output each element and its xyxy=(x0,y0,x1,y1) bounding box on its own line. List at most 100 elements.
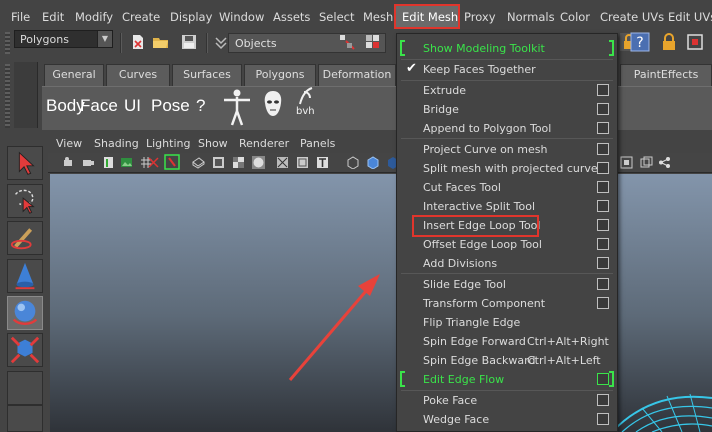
menu-item-spin-edge-backward[interactable]: Spin Edge Backward Ctrl+Alt+Left xyxy=(397,351,617,370)
xray-icon[interactable] xyxy=(276,156,289,169)
menu-item-project-curve-on-mesh[interactable]: Project Curve on mesh xyxy=(397,140,617,159)
select-object-icon[interactable] xyxy=(364,33,382,51)
menu-item-cut-faces-tool[interactable]: Cut Faces Tool xyxy=(397,178,617,197)
shelf-handle[interactable] xyxy=(5,64,10,128)
menu-item-show-modeling-toolkit[interactable]: Show Modeling Toolkit xyxy=(397,39,617,58)
texture-icon[interactable] xyxy=(296,156,309,169)
lasso-tool-button[interactable] xyxy=(7,184,43,218)
tab-polygons[interactable]: Polygons xyxy=(244,64,316,86)
viewport-menu-show[interactable]: Show xyxy=(198,137,228,150)
menu-edit[interactable]: Edit xyxy=(42,10,64,24)
pivot-icon[interactable] xyxy=(686,33,704,51)
menu-item-wedge-face[interactable]: Wedge Face xyxy=(397,410,617,429)
option-box-icon[interactable] xyxy=(597,297,609,309)
menu-proxy[interactable]: Proxy xyxy=(464,10,496,24)
image-plane-icon[interactable] xyxy=(120,156,133,169)
isolate-icon[interactable] xyxy=(346,156,359,169)
checker-icon[interactable] xyxy=(232,156,245,169)
option-box-icon[interactable] xyxy=(597,219,609,231)
select-tool-button[interactable] xyxy=(7,146,43,180)
camera-icon[interactable] xyxy=(63,156,76,169)
shelf-button-body[interactable]: Body xyxy=(46,96,85,116)
option-box-icon[interactable] xyxy=(597,103,609,115)
menu-edit-uvs[interactable]: Edit UVs xyxy=(668,10,712,24)
open-scene-icon[interactable] xyxy=(152,33,170,51)
help-icon[interactable]: ? xyxy=(630,32,650,52)
shelf-button-pose[interactable]: Pose xyxy=(151,96,190,116)
shelf-button-bvh[interactable]: bvh xyxy=(296,106,315,117)
option-box-icon[interactable] xyxy=(597,143,609,155)
menu-modify[interactable]: Modify xyxy=(75,10,113,24)
option-box-icon[interactable] xyxy=(597,162,609,174)
tab-curves[interactable]: Curves xyxy=(106,64,170,86)
display-icon[interactable] xyxy=(620,156,633,169)
menu-item-flip-triangle-edge[interactable]: Flip Triangle Edge xyxy=(397,313,617,332)
menu-file[interactable]: File xyxy=(11,10,30,24)
tab-painteffects[interactable]: PaintEffects xyxy=(620,64,712,86)
menu-item-append-to-polygon-tool[interactable]: Append to Polygon Tool xyxy=(397,119,617,138)
rotate-tool-button[interactable] xyxy=(7,296,43,330)
isolate-select-icon[interactable] xyxy=(366,156,379,169)
wireframe-icon[interactable] xyxy=(192,156,205,169)
last-tool-button[interactable] xyxy=(7,371,43,405)
resolution-gate-icon[interactable] xyxy=(164,154,180,170)
menu-item-poke-face[interactable]: Poke Face xyxy=(397,391,617,410)
viewport-menu-lighting[interactable]: Lighting xyxy=(146,137,190,150)
menu-assets[interactable]: Assets xyxy=(273,10,310,24)
tab-surfaces[interactable]: Surfaces xyxy=(172,64,242,86)
status-line-handle[interactable] xyxy=(5,32,10,54)
menu-item-bridge[interactable]: Bridge xyxy=(397,100,617,119)
option-box-icon[interactable] xyxy=(597,181,609,193)
shaded-sphere-icon[interactable] xyxy=(252,156,265,169)
option-box-icon[interactable] xyxy=(597,394,609,406)
bookmark-icon[interactable] xyxy=(102,156,115,169)
shelf-button-ui[interactable]: UI xyxy=(124,96,141,116)
shelf-options[interactable] xyxy=(14,62,38,128)
viewport-menu-panels[interactable]: Panels xyxy=(300,137,335,150)
tpose-figure-icon[interactable] xyxy=(222,88,252,126)
viewport-menu-renderer[interactable]: Renderer xyxy=(239,137,289,150)
menu-item-extrude[interactable]: Extrude xyxy=(397,81,617,100)
text-icon[interactable] xyxy=(316,156,329,169)
menu-color[interactable]: Color xyxy=(560,10,590,24)
menu-display[interactable]: Display xyxy=(170,10,212,24)
save-scene-icon[interactable] xyxy=(180,33,198,51)
option-box-icon[interactable] xyxy=(597,84,609,96)
option-box-icon[interactable] xyxy=(597,278,609,290)
option-box-icon[interactable] xyxy=(597,413,609,425)
menu-create[interactable]: Create xyxy=(122,10,160,24)
multi-panel-icon[interactable] xyxy=(640,156,653,169)
menu-item-add-divisions[interactable]: Add Divisions xyxy=(397,254,617,273)
tool-slot[interactable] xyxy=(7,405,43,432)
smooth-shade-icon[interactable] xyxy=(212,156,225,169)
viewport-menu-shading[interactable]: Shading xyxy=(94,137,139,150)
menu-set-dropdown[interactable]: Polygons ▼ xyxy=(14,30,113,48)
viewport-menu-view[interactable]: View xyxy=(56,137,82,150)
menu-item-offset-edge-loop-tool[interactable]: Offset Edge Loop Tool xyxy=(397,235,617,254)
option-box-icon[interactable] xyxy=(597,257,609,269)
menu-window[interactable]: Window xyxy=(219,10,264,24)
menu-create-uvs[interactable]: Create UVs xyxy=(600,10,664,24)
menu-item-transform-component[interactable]: Transform Component xyxy=(397,294,617,313)
face-mask-icon[interactable] xyxy=(262,90,284,118)
scale-tool-button[interactable] xyxy=(7,333,43,367)
menu-item-spin-edge-forward[interactable]: Spin Edge Forward Ctrl+Alt+Right xyxy=(397,332,617,351)
option-box-icon[interactable] xyxy=(597,373,609,385)
shelf-button-help[interactable]: ? xyxy=(196,96,205,116)
menu-item-keep-faces-together[interactable]: ✔ Keep Faces Together xyxy=(397,60,617,79)
menu-select[interactable]: Select xyxy=(319,10,354,24)
paint-select-tool-button[interactable] xyxy=(7,221,43,255)
camera-attributes-icon[interactable] xyxy=(82,156,95,169)
select-hierarchy-icon[interactable] xyxy=(338,33,356,51)
snap-lock-icon[interactable] xyxy=(660,33,678,51)
tab-deformation[interactable]: Deformation xyxy=(318,64,396,86)
film-gate-icon[interactable] xyxy=(147,156,160,169)
menu-item-slide-edge-tool[interactable]: Slide Edge Tool xyxy=(397,275,617,294)
menu-item-interactive-split-tool[interactable]: Interactive Split Tool xyxy=(397,197,617,216)
menu-mesh[interactable]: Mesh xyxy=(363,10,393,24)
menu-normals[interactable]: Normals xyxy=(507,10,555,24)
option-box-icon[interactable] xyxy=(597,238,609,250)
new-scene-icon[interactable] xyxy=(129,33,147,51)
share-icon[interactable] xyxy=(658,156,671,169)
shelf-button-face[interactable]: Face xyxy=(80,96,118,116)
